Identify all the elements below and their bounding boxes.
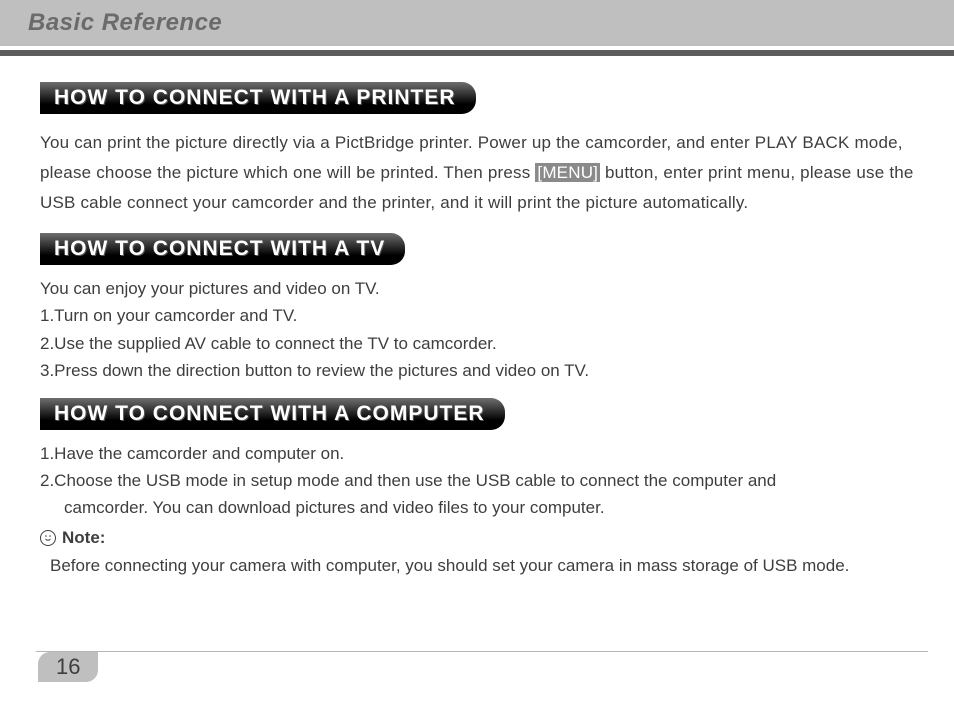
tv-step-2: 2.Use the supplied AV cable to connect t… [40, 330, 922, 357]
page-number: 16 [38, 652, 98, 682]
tv-step-1: 1.Turn on your camcorder and TV. [40, 302, 922, 329]
page-body: HOW TO CONNECT WITH A PRINTER You can pr… [0, 56, 954, 579]
section-heading-tv: HOW TO CONNECT WITH A TV [40, 233, 405, 265]
note-label: Note: [62, 528, 105, 548]
tv-step-3: 3.Press down the direction button to rev… [40, 357, 922, 384]
footer-divider [36, 651, 928, 652]
tv-intro: You can enjoy your pictures and video on… [40, 275, 922, 302]
section-heading-printer: HOW TO CONNECT WITH A PRINTER [40, 82, 476, 114]
note-row: Note: [40, 528, 922, 548]
printer-paragraph: You can print the picture directly via a… [40, 128, 922, 217]
page-title: Basic Reference [28, 9, 222, 37]
tv-steps: You can enjoy your pictures and video on… [40, 275, 922, 384]
computer-step-1: 1.Have the camcorder and computer on. [40, 440, 922, 467]
computer-steps: 1.Have the camcorder and computer on. 2.… [40, 440, 922, 522]
section-heading-computer: HOW TO CONNECT WITH A COMPUTER [40, 398, 505, 430]
smile-icon [40, 530, 56, 546]
computer-step-2b: camcorder. You can download pictures and… [40, 494, 922, 521]
note-text: Before connecting your camera with compu… [50, 552, 922, 579]
computer-step-2a: 2.Choose the USB mode in setup mode and … [40, 467, 922, 494]
header-band: Basic Reference [0, 0, 954, 46]
menu-button-label: [MENU] [535, 163, 600, 182]
